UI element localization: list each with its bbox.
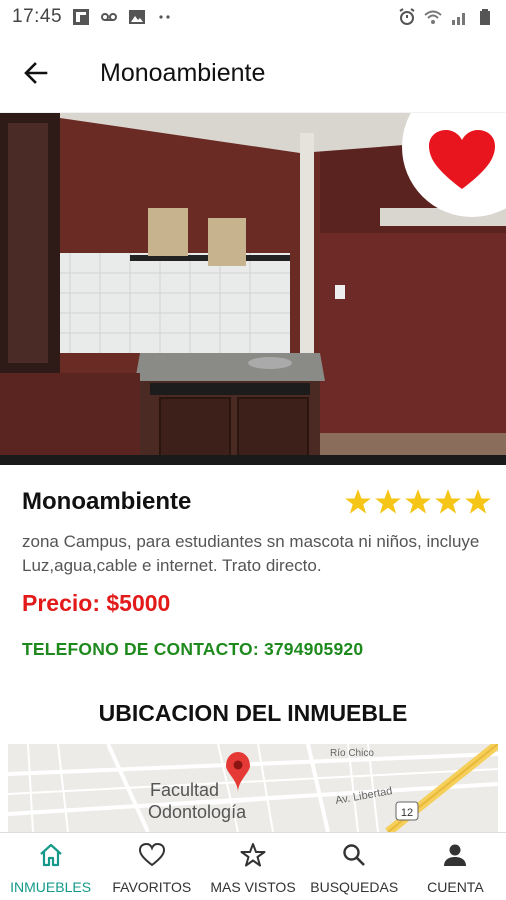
nav-busquedas[interactable]: BUSQUEDAS (304, 833, 405, 900)
more-notifications-icon (159, 15, 170, 19)
contact-phone[interactable]: TELEFONO DE CONTACTO: 3794905920 (22, 639, 363, 660)
nav-mas-vistos[interactable]: MAS VISTOS (202, 833, 303, 900)
app-bar: Monoambiente (0, 34, 506, 112)
image-icon (129, 10, 146, 24)
search-icon (343, 844, 366, 866)
map-place-label: Facultad (150, 780, 219, 800)
star-icon (375, 489, 401, 514)
back-button[interactable] (18, 55, 54, 91)
location-section-title: UBICACION DEL INMUEBLE (98, 700, 408, 726)
river-label: Río Chico (330, 748, 374, 759)
nav-label: BUSQUEDAS (310, 879, 399, 895)
nav-label: FAVORITOS (112, 879, 192, 895)
nav-favoritos[interactable]: FAVORITOS (101, 833, 202, 900)
nav-inmuebles[interactable]: INMUEBLES (0, 833, 101, 900)
wifi-icon (424, 10, 442, 24)
flipboard-icon (73, 9, 90, 25)
voicemail-icon (101, 13, 118, 21)
page-title: Monoambiente (100, 58, 266, 87)
heart-outline-icon (138, 842, 165, 867)
nav-label: CUENTA (427, 879, 484, 895)
map-place-label-2: Odontología (148, 802, 247, 822)
star-icon (435, 489, 461, 514)
favorite-heart-icon[interactable] (428, 129, 496, 191)
status-time: 17:45 (12, 6, 63, 27)
bottom-navigation: INMUEBLES FAVORITOS MAS VISTOS BUSQUEDAS… (0, 832, 506, 900)
battery-icon (480, 9, 490, 25)
nav-label: INMUEBLES (10, 879, 92, 895)
listing-header: Monoambiente (22, 488, 492, 516)
notification-icons (72, 8, 174, 26)
signal-icon (452, 13, 465, 25)
property-photo[interactable] (0, 113, 506, 465)
listing-title: Monoambiente (22, 488, 192, 515)
listing-description: zona Campus, para estudiantes sn mascota… (22, 532, 480, 575)
star-icon (405, 489, 431, 514)
star-outline-icon (240, 843, 266, 867)
status-bar: 17:45 (0, 0, 506, 34)
arrow-back-icon (24, 62, 48, 84)
alarm-icon (399, 8, 415, 25)
nav-label: MAS VISTOS (210, 879, 296, 895)
star-icon (465, 489, 491, 514)
map-image: 12 Facultad Odontología Av. Libertad Río… (8, 744, 498, 832)
route-label: 12 (401, 807, 413, 819)
listing-price: Precio: $5000 (22, 590, 171, 616)
location-map[interactable]: 12 Facultad Odontología Av. Libertad Río… (8, 744, 498, 832)
nav-cuenta[interactable]: CUENTA (405, 833, 506, 900)
star-icon (345, 489, 371, 514)
home-icon (39, 843, 62, 867)
rating-stars (344, 488, 492, 516)
person-icon (444, 844, 467, 866)
